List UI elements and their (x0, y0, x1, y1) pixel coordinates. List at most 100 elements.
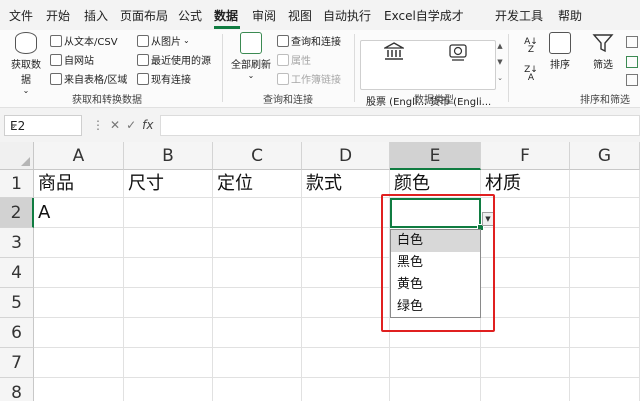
column-header-f[interactable]: F (481, 142, 570, 170)
grid-cell[interactable] (213, 378, 302, 401)
grid-cell[interactable] (124, 348, 213, 378)
grid-cell[interactable] (213, 318, 302, 348)
grid-cell[interactable] (302, 228, 390, 258)
formula-input[interactable] (160, 115, 640, 136)
tab-data[interactable]: 数据 (214, 7, 238, 24)
advanced-filter-button[interactable] (626, 74, 638, 86)
tab-excel-self-study[interactable]: Excel自学成才 (384, 7, 464, 24)
grid-cell[interactable] (302, 198, 390, 228)
grid-cell[interactable] (213, 288, 302, 318)
column-header-e[interactable]: E (390, 142, 481, 170)
queries-connections-button[interactable]: 查询和连接 (277, 33, 341, 48)
from-web-button[interactable]: 自网站 (50, 52, 94, 67)
grid-cell[interactable] (124, 198, 213, 228)
row-header-1[interactable]: 1 (0, 170, 34, 198)
sort-descending-button[interactable]: Z↓ A (523, 66, 539, 83)
grid-cell[interactable] (570, 198, 640, 228)
grid-cell[interactable] (213, 258, 302, 288)
select-all-button[interactable] (0, 142, 34, 170)
workbook-links-button[interactable]: 工作簿链接 (277, 71, 341, 86)
tab-insert[interactable]: 插入 (84, 7, 108, 24)
row-header-7[interactable]: 7 (0, 348, 34, 378)
more-icon[interactable]: ⌄ (496, 74, 504, 82)
row-header-3[interactable]: 3 (0, 228, 34, 258)
grid-cell[interactable] (213, 228, 302, 258)
grid-cell[interactable] (570, 288, 640, 318)
grid-cell[interactable] (124, 288, 213, 318)
confirm-icon[interactable]: ✓ (126, 118, 142, 132)
grid-cell[interactable] (124, 318, 213, 348)
filter-button[interactable]: 筛选 (588, 32, 618, 71)
grid-cell[interactable] (34, 258, 124, 288)
cell-d1[interactable]: 款式 (302, 170, 390, 198)
column-header-g[interactable]: G (570, 142, 640, 170)
grid-cell[interactable] (390, 378, 481, 401)
tab-file[interactable]: 文件 (9, 7, 33, 24)
grid-cell[interactable] (34, 228, 124, 258)
grid-cell[interactable] (213, 348, 302, 378)
tab-developer[interactable]: 开发工具 (495, 7, 543, 24)
grid-cell[interactable] (570, 228, 640, 258)
cell-b1[interactable]: 尺寸 (124, 170, 213, 198)
properties-button[interactable]: 属性 (277, 52, 311, 67)
grid-cell[interactable] (481, 348, 570, 378)
column-header-a[interactable]: A (34, 142, 124, 170)
tab-formulas[interactable]: 公式 (178, 7, 202, 24)
grid-cell[interactable] (390, 348, 481, 378)
tab-help[interactable]: 帮助 (558, 7, 582, 24)
sort-button[interactable]: 排序 (546, 32, 574, 71)
grid-cell[interactable] (213, 198, 302, 228)
grid-cell[interactable] (302, 318, 390, 348)
row-header-2[interactable]: 2 (0, 198, 34, 228)
clear-filter-button[interactable] (626, 36, 638, 48)
grid-cell[interactable] (124, 258, 213, 288)
grid-cell[interactable] (302, 288, 390, 318)
from-table-button[interactable]: 来自表格/区域 (50, 71, 127, 86)
from-text-csv-button[interactable]: 从文本/CSV (50, 33, 118, 48)
grid-cell[interactable] (302, 258, 390, 288)
tab-review[interactable]: 审阅 (252, 7, 276, 24)
grid-cell[interactable] (34, 288, 124, 318)
cell-a1[interactable]: 商品 (34, 170, 124, 198)
reapply-button[interactable] (626, 56, 638, 68)
column-header-d[interactable]: D (302, 142, 390, 170)
row-header-5[interactable]: 5 (0, 288, 34, 318)
chevron-down-icon[interactable]: ⌄ (10, 121, 77, 130)
tab-view[interactable]: 视图 (288, 7, 312, 24)
grid-cell[interactable] (34, 318, 124, 348)
tab-page-layout[interactable]: 页面布局 (120, 7, 168, 24)
grid-cell[interactable] (34, 348, 124, 378)
grid-cell[interactable] (570, 170, 640, 198)
row-header-6[interactable]: 6 (0, 318, 34, 348)
tab-automate[interactable]: 自动执行 (323, 7, 371, 24)
fx-icon[interactable]: fx (142, 118, 153, 132)
grid-cell[interactable] (302, 348, 390, 378)
recent-sources-button[interactable]: 最近使用的源 (137, 52, 211, 67)
tab-home[interactable]: 开始 (46, 7, 70, 24)
from-picture-button[interactable]: 从图片 ⌄ (137, 33, 190, 48)
grid-cell[interactable] (481, 378, 570, 401)
grid-cell[interactable] (570, 378, 640, 401)
row-header-4[interactable]: 4 (0, 258, 34, 288)
grid-cell[interactable] (570, 348, 640, 378)
grid-cell[interactable] (34, 378, 124, 401)
grid-cell[interactable] (124, 228, 213, 258)
grid-cell[interactable] (302, 378, 390, 401)
column-header-b[interactable]: B (124, 142, 213, 170)
cell-c1[interactable]: 定位 (213, 170, 302, 198)
more-options-icon[interactable]: ⋮ (92, 118, 110, 132)
refresh-all-button[interactable]: 全部刷新 ⌄ (228, 32, 274, 80)
scroll-down-icon[interactable]: ▼ (496, 58, 504, 66)
column-header-c[interactable]: C (213, 142, 302, 170)
scroll-up-icon[interactable]: ▲ (496, 42, 504, 50)
grid-cell[interactable] (570, 258, 640, 288)
cell-a2[interactable]: A (34, 198, 124, 228)
grid-cell[interactable] (124, 378, 213, 401)
grid-cell[interactable] (570, 318, 640, 348)
get-data-button[interactable]: 获取数据 ⌄ (8, 32, 44, 95)
name-box[interactable]: E2 ⌄ (4, 115, 82, 136)
row-header-8[interactable]: 8 (0, 378, 34, 401)
existing-connections-button[interactable]: 现有连接 (137, 71, 191, 86)
sort-ascending-button[interactable]: A↓ Z (523, 38, 539, 55)
cancel-icon[interactable]: ✕ (110, 118, 126, 132)
